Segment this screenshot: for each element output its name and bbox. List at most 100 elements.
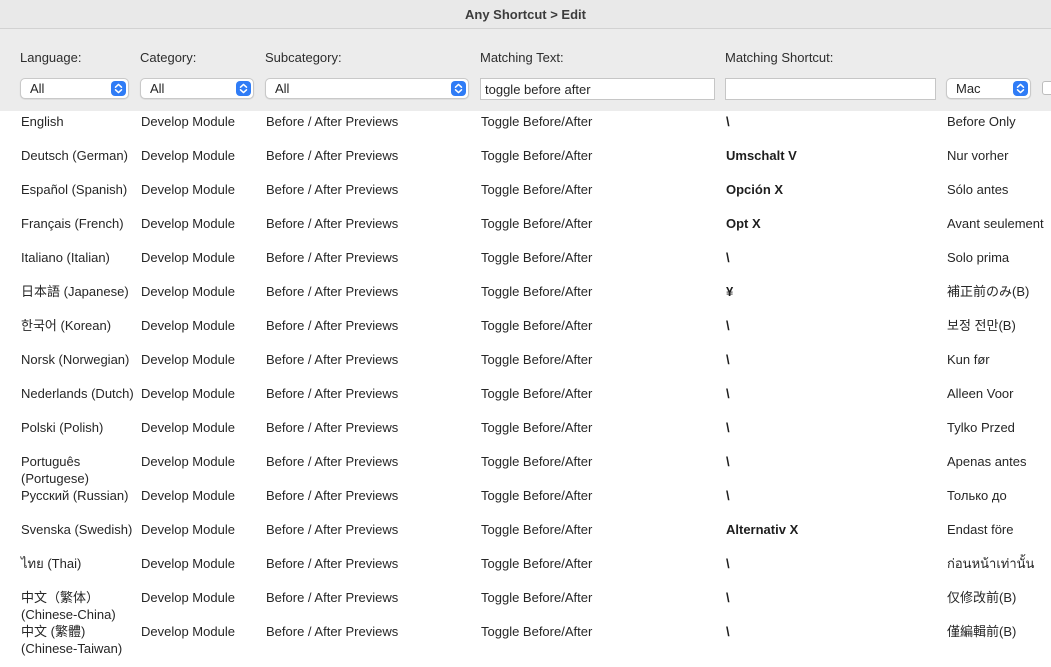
- row-shortcut: \: [726, 114, 730, 129]
- table-row[interactable]: 日本語 (Japanese) Develop Module Before / A…: [0, 281, 1051, 315]
- table-row[interactable]: Português (Portugese) Develop Module Bef…: [0, 451, 1051, 486]
- row-action: Tylko Przed: [947, 420, 1015, 435]
- row-category: Develop Module: [141, 454, 235, 469]
- table-row[interactable]: ไทย (Thai) Develop Module Before / After…: [0, 553, 1051, 587]
- matching-text-input[interactable]: [480, 78, 715, 100]
- row-subcategory: Before / After Previews: [266, 182, 399, 197]
- row-action: 補正前のみ(B): [947, 284, 1030, 299]
- language-label: Language:: [20, 50, 82, 65]
- matching-shortcut-input[interactable]: [725, 78, 936, 100]
- row-subcategory: Before / After Previews: [266, 114, 399, 129]
- category-select[interactable]: All: [140, 78, 254, 99]
- row-action: Apenas antes: [947, 454, 1027, 469]
- row-subcategory: Before / After Previews: [266, 216, 399, 231]
- table-row[interactable]: Italiano (Italian) Develop Module Before…: [0, 247, 1051, 281]
- row-shortcut: \: [726, 250, 730, 265]
- row-shortcut: \: [726, 352, 730, 367]
- table-row[interactable]: Polski (Polish) Develop Module Before / …: [0, 417, 1051, 451]
- row-language: Português (Portugese): [21, 454, 89, 486]
- row-subcategory: Before / After Previews: [266, 488, 399, 503]
- row-subcategory: Before / After Previews: [266, 522, 399, 537]
- row-shortcut: \: [726, 556, 730, 571]
- row-shortcut: Opción X: [726, 182, 784, 197]
- row-category: Develop Module: [141, 624, 235, 639]
- row-category: Develop Module: [141, 522, 235, 537]
- row-subcategory: Before / After Previews: [266, 284, 399, 299]
- row-subcategory: Before / After Previews: [266, 454, 399, 469]
- row-action: Solo prima: [947, 250, 1010, 265]
- category-select-value: All: [150, 81, 165, 96]
- row-shortcut: Umschalt V: [726, 148, 797, 163]
- row-action: Avant seulement: [947, 216, 1044, 231]
- row-text: Toggle Before/After: [481, 352, 593, 367]
- row-action: ก่อนหน้าเท่านั้น: [947, 556, 1035, 571]
- table-row[interactable]: 中文（繁体）(Chinese-China) Develop Module Bef…: [0, 587, 1051, 622]
- row-language: 日本語 (Japanese): [21, 284, 129, 299]
- window-title: Any Shortcut > Edit: [465, 6, 586, 22]
- table-row[interactable]: 中文 (繁體) (Chinese-Taiwan) Develop Module …: [0, 621, 1051, 656]
- row-shortcut: \: [726, 318, 730, 333]
- window-titlebar: Any Shortcut > Edit: [0, 0, 1051, 29]
- row-category: Develop Module: [141, 352, 235, 367]
- row-action: Nur vorher: [947, 148, 1009, 163]
- matching-text-label: Matching Text:: [480, 50, 564, 65]
- table-row[interactable]: Nederlands (Dutch) Develop Module Before…: [0, 383, 1051, 417]
- platform-select-value: Mac: [956, 81, 981, 96]
- subcategory-select-stepper-icon: [451, 81, 466, 96]
- row-shortcut: Alternativ X: [726, 522, 799, 537]
- row-action: 僅編輯前(B): [947, 624, 1017, 639]
- row-action: 仅修改前(B): [947, 590, 1017, 605]
- row-language: Русский (Russian): [21, 488, 129, 503]
- row-action: Sólo antes: [947, 182, 1009, 197]
- row-subcategory: Before / After Previews: [266, 318, 399, 333]
- table-row[interactable]: Русский (Russian) Develop Module Before …: [0, 485, 1051, 519]
- table-row[interactable]: English Develop Module Before / After Pr…: [0, 111, 1051, 145]
- subcategory-label: Subcategory:: [265, 50, 342, 65]
- row-text: Toggle Before/After: [481, 386, 593, 401]
- shortcut-results-list: English Develop Module Before / After Pr…: [0, 111, 1051, 667]
- row-subcategory: Before / After Previews: [266, 624, 399, 639]
- row-category: Develop Module: [141, 148, 235, 163]
- row-category: Develop Module: [141, 114, 235, 129]
- row-language: Nederlands (Dutch): [21, 386, 134, 401]
- row-language: 한국어 (Korean): [21, 318, 112, 333]
- row-category: Develop Module: [141, 318, 235, 333]
- row-shortcut: \: [726, 386, 730, 401]
- row-language: Norsk (Norwegian): [21, 352, 130, 367]
- row-language: ไทย (Thai): [21, 556, 82, 571]
- row-subcategory: Before / After Previews: [266, 148, 399, 163]
- table-row[interactable]: Deutsch (German) Develop Module Before /…: [0, 145, 1051, 179]
- table-row[interactable]: 한국어 (Korean) Develop Module Before / Aft…: [0, 315, 1051, 349]
- row-shortcut: \: [726, 454, 730, 469]
- row-text: Toggle Before/After: [481, 522, 593, 537]
- row-action: Только до: [947, 488, 1007, 503]
- table-row[interactable]: Norsk (Norwegian) Develop Module Before …: [0, 349, 1051, 383]
- table-row[interactable]: Español (Spanish) Develop Module Before …: [0, 179, 1051, 213]
- option-checkbox[interactable]: [1042, 81, 1051, 95]
- row-language: Deutsch (German): [21, 148, 128, 163]
- row-category: Develop Module: [141, 590, 235, 605]
- language-select[interactable]: All: [20, 78, 129, 99]
- row-language: Italiano (Italian): [21, 250, 110, 265]
- matching-shortcut-label: Matching Shortcut:: [725, 50, 834, 65]
- row-subcategory: Before / After Previews: [266, 386, 399, 401]
- row-text: Toggle Before/After: [481, 454, 593, 469]
- row-text: Toggle Before/After: [481, 284, 593, 299]
- platform-select[interactable]: Mac: [946, 78, 1031, 99]
- row-text: Toggle Before/After: [481, 556, 593, 571]
- row-action: Alleen Voor: [947, 386, 1014, 401]
- category-label: Category:: [140, 50, 197, 65]
- row-language: 中文（繁体）(Chinese-China): [21, 590, 116, 622]
- row-text: Toggle Before/After: [481, 488, 593, 503]
- row-category: Develop Module: [141, 488, 235, 503]
- row-text: Toggle Before/After: [481, 148, 593, 163]
- table-row[interactable]: Svenska (Swedish) Develop Module Before …: [0, 519, 1051, 553]
- language-select-stepper-icon: [111, 81, 126, 96]
- row-language: Français (French): [21, 216, 124, 231]
- row-text: Toggle Before/After: [481, 250, 593, 265]
- row-category: Develop Module: [141, 556, 235, 571]
- row-action: Before Only: [947, 114, 1016, 129]
- table-row[interactable]: Français (French) Develop Module Before …: [0, 213, 1051, 247]
- row-shortcut: \: [726, 590, 730, 605]
- subcategory-select[interactable]: All: [265, 78, 469, 99]
